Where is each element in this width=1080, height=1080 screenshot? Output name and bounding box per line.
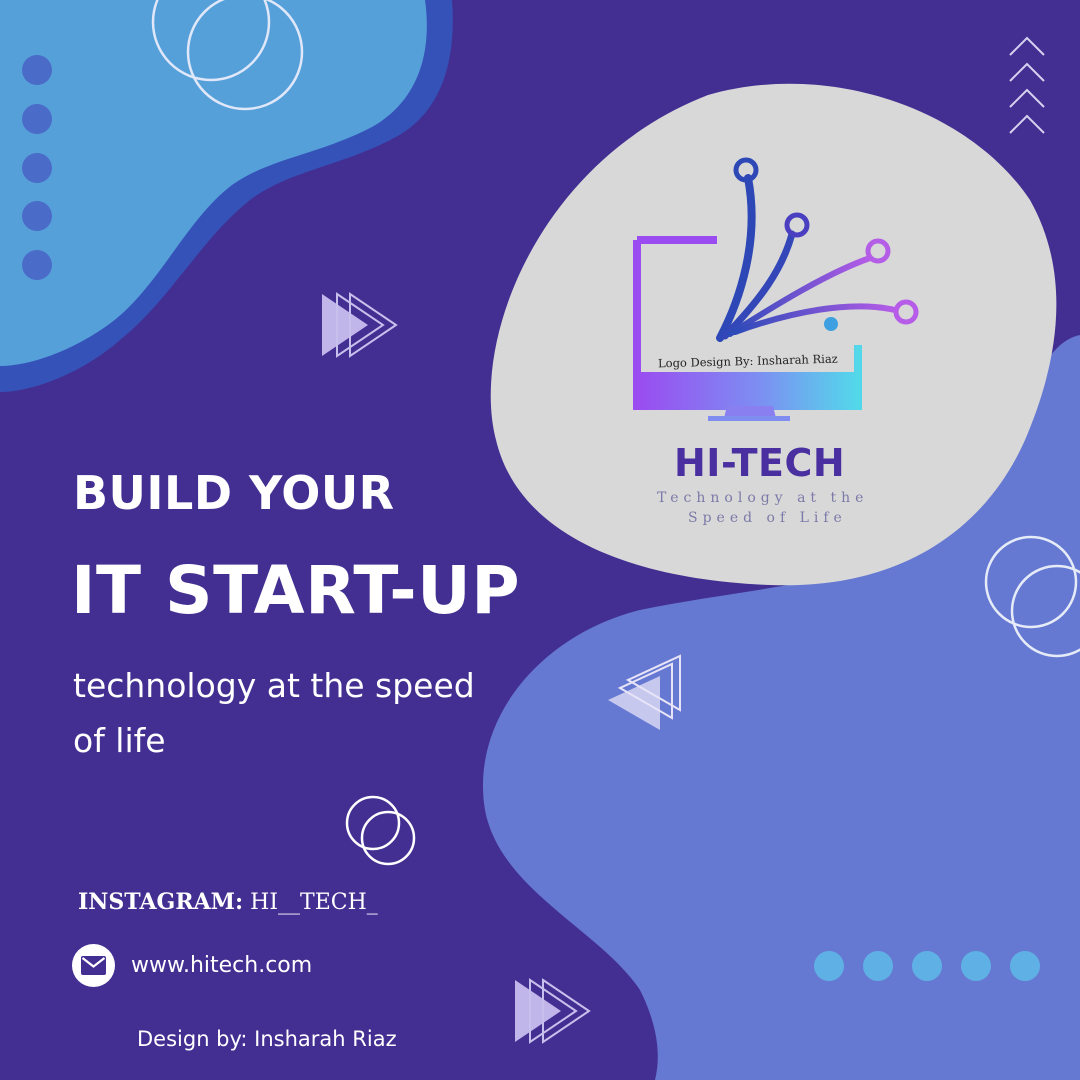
chevrons-icon [1009, 36, 1045, 134]
envelope-icon [81, 956, 106, 975]
brand-name: HI-TECH [674, 441, 846, 485]
design-credit: Design by: Insharah Riaz [137, 1027, 397, 1051]
brand-slogan-line1: Technology at the [657, 490, 869, 506]
mail-icon [72, 944, 115, 987]
headline-line2: IT START-UP [71, 552, 521, 629]
poster: Logo Design By: Insharah Riaz HI-TECH Te… [0, 0, 1080, 1080]
play-arrows-icon-bottom [515, 978, 591, 1044]
play-arrows-icon-top [322, 292, 398, 358]
circles-middle [345, 795, 416, 866]
instagram-line: INSTAGRAM: HI__TECH_ [78, 889, 378, 915]
brand-slogan-line2: Speed of Life [688, 510, 847, 526]
website-link[interactable]: www.hitech.com [131, 953, 312, 978]
instagram-handle[interactable]: HI__TECH_ [250, 890, 378, 915]
headline-line1: BUILD YOUR [73, 466, 395, 520]
instagram-label: INSTAGRAM: [78, 889, 244, 915]
background-shapes [0, 0, 1080, 1080]
tagline: technology at the speed of life [73, 666, 475, 760]
